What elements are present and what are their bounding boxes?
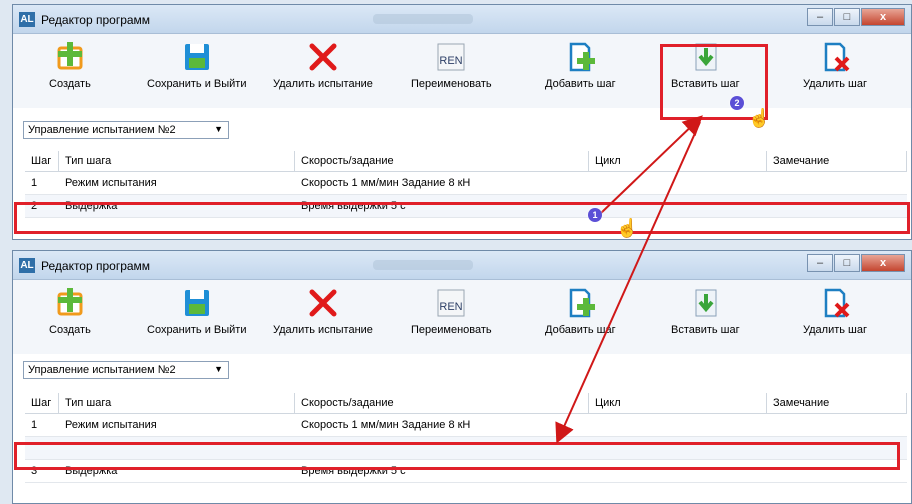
step-badge-1: 1: [588, 208, 602, 222]
annotation-arrows: [555, 115, 703, 444]
step-badge-2: 2: [730, 96, 744, 110]
hand-cursor-icon: ☝: [748, 108, 771, 128]
hand-cursor-icon: ☝: [616, 218, 639, 238]
arrow-row-to-insert-button: [599, 115, 703, 215]
arrow-insert-to-new-row: [555, 121, 701, 444]
